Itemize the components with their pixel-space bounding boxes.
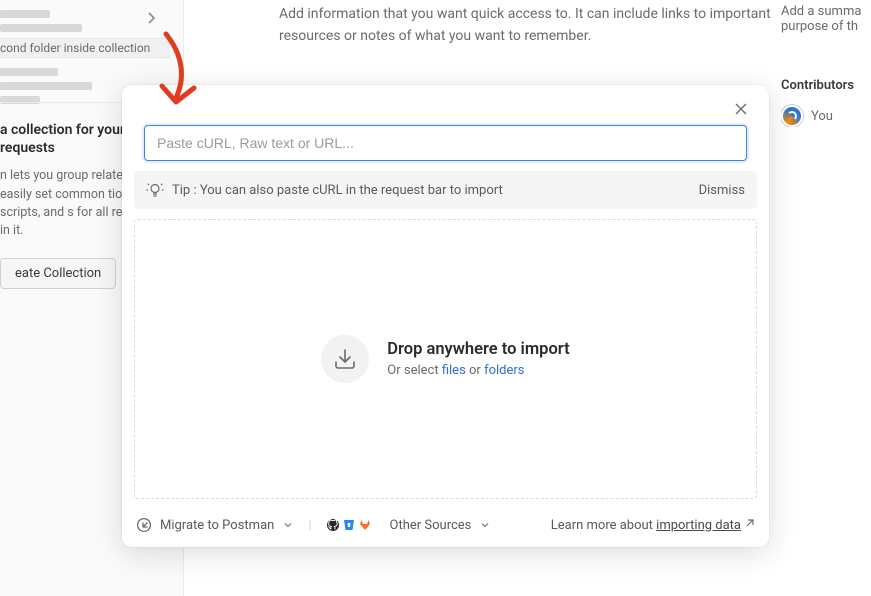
drop-subtitle: Or select files or folders	[387, 363, 569, 378]
summary-text-2: purpose of th	[781, 19, 858, 34]
promo-heading-line1: a collection for your	[0, 122, 125, 138]
external-link-icon	[744, 518, 755, 529]
gitlab-icon	[358, 518, 372, 532]
dismiss-button[interactable]: Dismiss	[699, 183, 745, 198]
migrate-icon	[136, 517, 152, 533]
footer-divider: |	[308, 518, 311, 533]
importing-data-link[interactable]: importing data	[656, 518, 741, 533]
promo-heading-line2: requests	[0, 140, 55, 156]
lightbulb-icon	[146, 181, 164, 199]
sidebar-folder-label[interactable]: cond folder inside collection	[0, 38, 170, 58]
contributor-you: You	[811, 109, 833, 124]
bitbucket-icon	[342, 518, 356, 532]
select-files-link[interactable]: files	[442, 363, 466, 378]
migrate-button[interactable]: Migrate to Postman	[136, 517, 294, 533]
tip-text: Tip : You can also paste cURL in the req…	[172, 183, 503, 198]
chevron-down-icon	[282, 519, 294, 531]
summary-text-1: Add a summa	[781, 4, 861, 19]
import-url-input[interactable]	[144, 125, 747, 161]
learn-more: Learn more about importing data	[551, 518, 755, 533]
source-icons	[326, 518, 372, 532]
import-dropzone[interactable]: Drop anywhere to import Or select files …	[134, 219, 757, 499]
import-icon	[321, 335, 369, 383]
other-sources-label: Other Sources	[390, 518, 472, 533]
close-icon[interactable]	[731, 99, 751, 119]
contributors-heading: Contributors	[781, 78, 871, 93]
modal-footer: Migrate to Postman | Other Sources Learn…	[136, 517, 755, 533]
avatar-icon	[781, 105, 803, 127]
overview-description: Add information that you want quick acce…	[279, 4, 779, 47]
import-tip: Tip : You can also paste cURL in the req…	[134, 171, 757, 209]
import-modal: Tip : You can also paste cURL in the req…	[122, 85, 769, 547]
drop-title: Drop anywhere to import	[387, 340, 569, 359]
select-folders-link[interactable]: folders	[484, 363, 524, 378]
chevron-down-icon	[479, 519, 491, 531]
chevron-right-icon[interactable]	[143, 10, 159, 26]
create-collection-button[interactable]: eate Collection	[0, 258, 116, 289]
migrate-label: Migrate to Postman	[160, 518, 274, 533]
contributors-panel: Add a summa purpose of th Contributors Y…	[781, 0, 871, 127]
github-icon	[326, 518, 340, 532]
sidebar-skeleton	[0, 0, 120, 38]
other-sources-button[interactable]: Other Sources	[326, 518, 492, 533]
